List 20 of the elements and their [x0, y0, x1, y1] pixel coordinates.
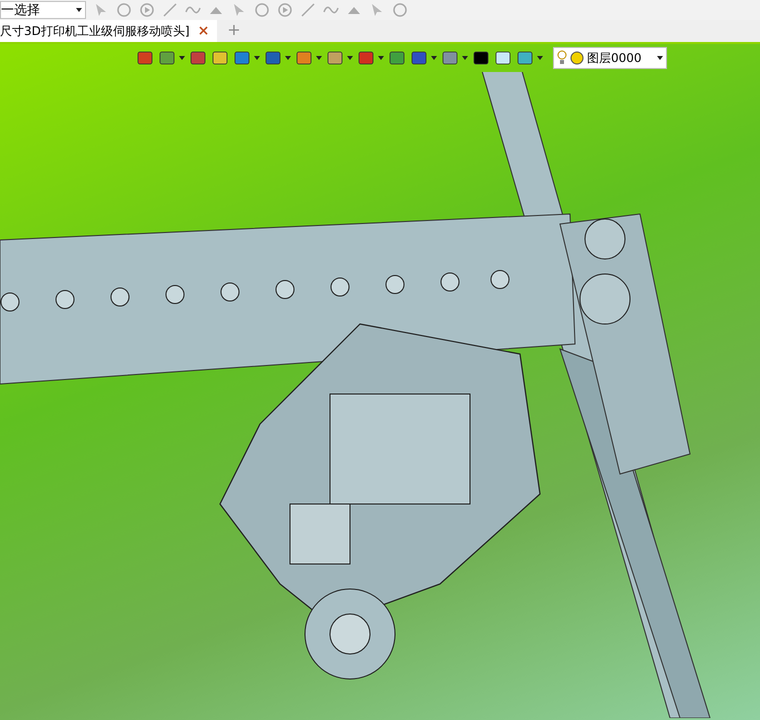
document-tab[interactable]: 尺寸3D打印机工业级伺服移动喷头] × — [0, 20, 218, 42]
caret-icon[interactable] — [431, 56, 437, 60]
close-button[interactable]: × — [198, 24, 210, 38]
layer-dropdown[interactable]: 图层0000 — [553, 47, 667, 69]
3d-viewport[interactable]: 图层0000 — [0, 44, 760, 720]
fill-color-icon[interactable] — [494, 49, 512, 67]
caret-icon[interactable] — [316, 56, 322, 60]
caret-icon[interactable] — [179, 56, 185, 60]
caret-icon[interactable] — [76, 8, 82, 12]
caret-icon[interactable] — [378, 56, 384, 60]
caret-icon[interactable] — [285, 56, 291, 60]
caret-icon[interactable] — [657, 56, 663, 60]
line-color-icon[interactable] — [472, 49, 490, 67]
layer-circle-icon — [570, 51, 584, 65]
caret-icon[interactable] — [462, 56, 468, 60]
caret-icon[interactable] — [347, 56, 353, 60]
select-dropdown[interactable]: 一选择 — [0, 1, 86, 19]
caret-icon[interactable] — [537, 56, 543, 60]
lightbulb-icon — [557, 50, 567, 66]
caret-icon[interactable] — [254, 56, 260, 60]
